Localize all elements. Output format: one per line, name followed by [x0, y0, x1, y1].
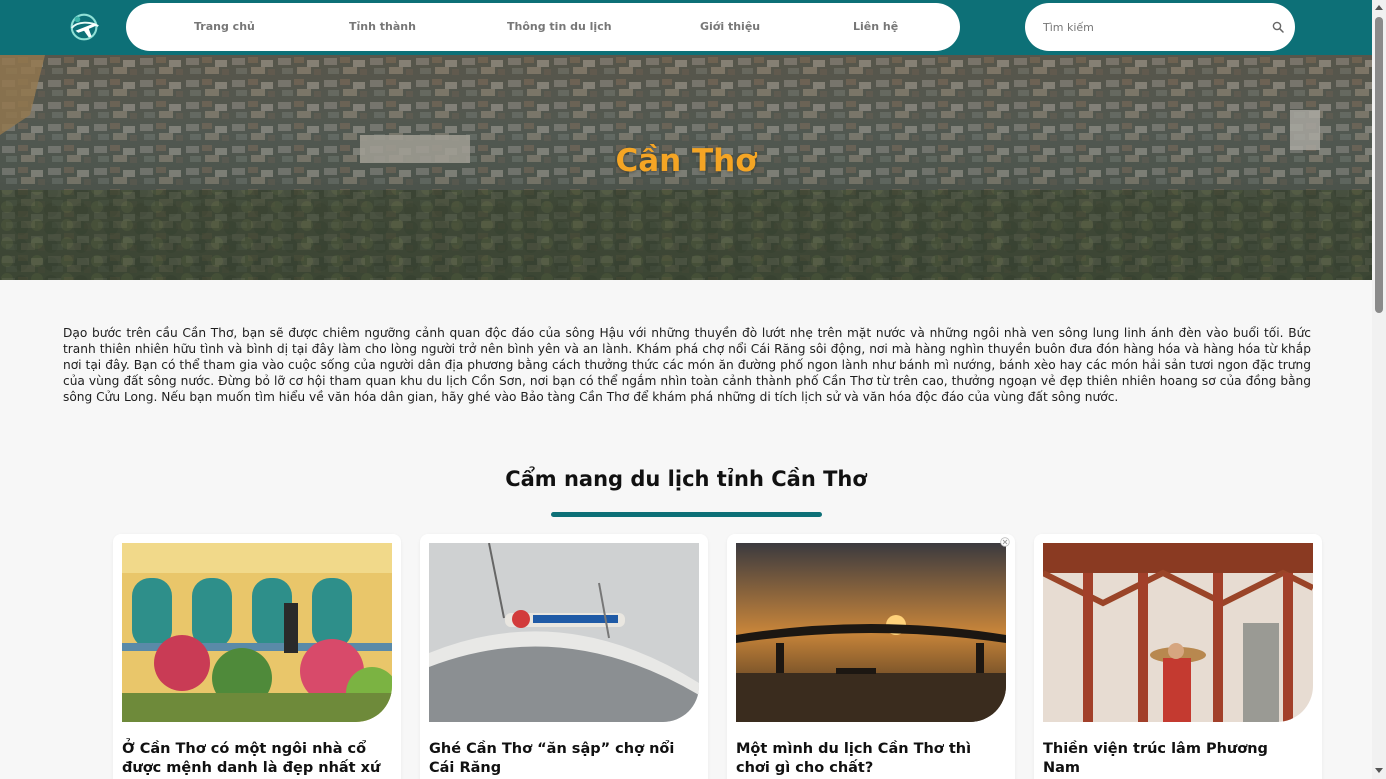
search-box — [1025, 3, 1295, 51]
card-image-cai-rang-bridge[interactable] — [429, 543, 699, 722]
search-icon[interactable] — [1272, 21, 1284, 33]
scroll-up-arrow-icon[interactable] — [1375, 4, 1383, 10]
card-image-sunset-bridge[interactable] — [736, 543, 1006, 722]
card-image-old-house[interactable] — [122, 543, 392, 722]
nav-item-trang-chu[interactable]: Trang chủ — [194, 20, 255, 33]
hero-title: Cần Thơ — [615, 143, 757, 179]
scroll-down-arrow-icon[interactable] — [1375, 768, 1383, 774]
site-header: Trang chủ Tỉnh thành Thông tin du lịch G… — [0, 0, 1372, 55]
guide-card-2[interactable]: Ghé Cần Thơ “ăn sập” chợ nổi Cái Răng — [420, 534, 708, 779]
card-title[interactable]: Ghé Cần Thơ “ăn sập” chợ nổi Cái Răng — [429, 740, 691, 778]
card-title[interactable]: Thiền viện trúc lâm Phương Nam — [1043, 740, 1305, 778]
section-underline — [551, 512, 822, 517]
section-title: Cẩm nang du lịch tỉnh Cần Thơ — [505, 467, 867, 491]
nav-item-gioi-thieu[interactable]: Giới thiệu — [700, 20, 760, 33]
guide-card-3[interactable]: Một mình du lịch Cần Thơ thì chơi gì cho… — [727, 534, 1015, 779]
card-image-monastery[interactable] — [1043, 543, 1313, 722]
hero-banner: Cần Thơ — [0, 55, 1372, 280]
main-nav: Trang chủ Tỉnh thành Thông tin du lịch G… — [126, 3, 960, 51]
search-input[interactable] — [1043, 17, 1263, 37]
card-title[interactable]: Ở Cần Thơ có một ngôi nhà cổ được mệnh d… — [122, 740, 384, 778]
card-title[interactable]: Một mình du lịch Cần Thơ thì chơi gì cho… — [736, 740, 998, 778]
scrollbar-thumb[interactable] — [1375, 17, 1383, 313]
close-icon[interactable] — [1000, 537, 1010, 547]
intro-paragraph: Dạo bước trên cầu Cần Thơ, bạn sẽ được c… — [63, 326, 1311, 404]
plane-globe-logo-icon[interactable] — [66, 8, 104, 46]
guide-card-1[interactable]: Ở Cần Thơ có một ngôi nhà cổ được mệnh d… — [113, 534, 401, 779]
nav-item-lien-he[interactable]: Liên hệ — [853, 20, 898, 33]
nav-item-thong-tin-du-lich[interactable]: Thông tin du lịch — [507, 20, 612, 33]
guide-card-4[interactable]: Thiền viện trúc lâm Phương Nam — [1034, 534, 1322, 779]
nav-item-tinh-thanh[interactable]: Tỉnh thành — [349, 20, 416, 33]
